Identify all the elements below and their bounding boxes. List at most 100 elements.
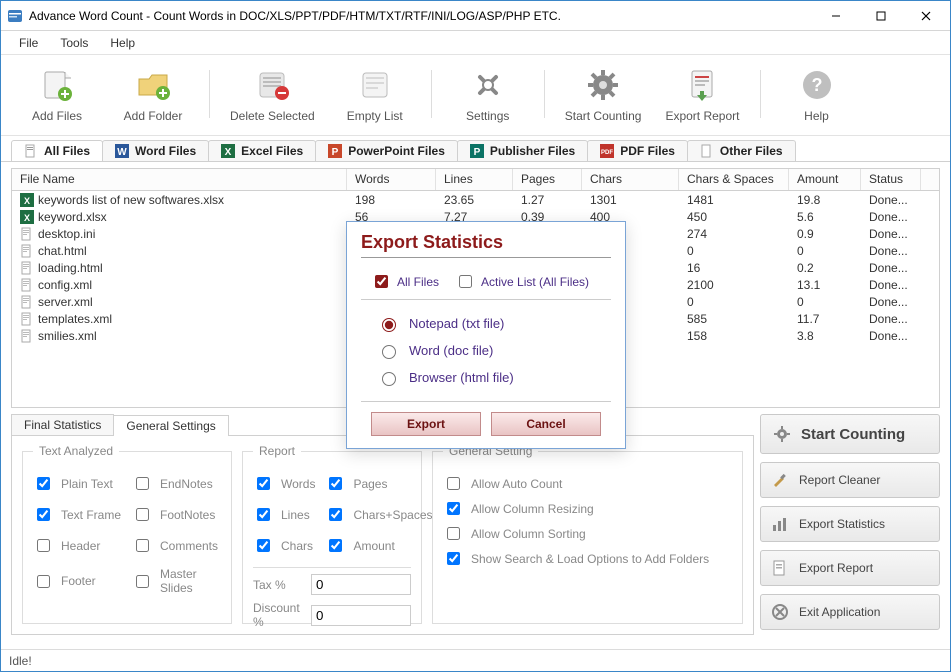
toolbar-separator [209,70,210,118]
opt-word[interactable]: Word (doc file) [377,337,607,364]
tab-publisher-files[interactable]: PPublisher Files [457,140,588,161]
pdf-icon: PDF [600,144,614,158]
exit-application-action[interactable]: Exit Application [760,594,940,630]
chk-footer[interactable]: Footer [33,567,122,595]
col-chars[interactable]: Chars [582,169,679,190]
start-counting-button[interactable]: Start Counting [557,61,650,127]
chk-text-frame[interactable]: Text Frame [33,505,122,524]
export-statistics-action[interactable]: Export Statistics [760,506,940,542]
file-type-icon [20,312,34,326]
col-chars-spaces[interactable]: Chars & Spaces [679,169,789,190]
status-text: Idle! [9,654,32,668]
cell-chars-spaces: 158 [679,329,789,343]
discount-input[interactable] [311,605,411,626]
cell-amount: 11.7 [789,312,861,326]
col-pages[interactable]: Pages [513,169,582,190]
scope-active-list[interactable]: Active List (All Files) [455,272,589,291]
chk-chars[interactable]: Chars [253,536,315,555]
tab-label: Excel Files [241,144,303,158]
col-file-name[interactable]: File Name [12,169,347,190]
cell-chars-spaces: 274 [679,227,789,241]
tab-final-statistics[interactable]: Final Statistics [11,414,114,435]
help-button[interactable]: ? Help [773,61,861,127]
export-report-action[interactable]: Export Report [760,550,940,586]
chk-endnotes[interactable]: EndNotes [132,474,221,493]
col-lines[interactable]: Lines [436,169,513,190]
menu-help[interactable]: Help [100,33,145,53]
cell-status: Done... [861,193,921,207]
chk-column-resizing[interactable]: Allow Column Resizing [443,499,732,518]
col-amount[interactable]: Amount [789,169,861,190]
add-files-icon [37,65,77,105]
chk-master-slides[interactable]: Master Slides [132,567,221,595]
opt-notepad[interactable]: Notepad (txt file) [377,310,607,337]
chk-words[interactable]: Words [253,474,315,493]
cell-pages: 1.27 [513,193,582,207]
col-words[interactable]: Words [347,169,436,190]
toolbar-label: Add Files [32,109,82,123]
menu-tools[interactable]: Tools [50,33,98,53]
export-button[interactable]: Export [371,412,481,436]
ppt-icon: P [328,144,342,158]
delete-selected-button[interactable]: Delete Selected [222,61,323,127]
tab-other-files[interactable]: Other Files [687,140,796,161]
table-row[interactable]: Xkeywords list of new softwares.xlsx1982… [12,191,939,208]
gear-icon [583,65,623,105]
cell-file-name: chat.html [12,244,347,258]
cell-status: Done... [861,227,921,241]
toolbar-label: Start Counting [565,109,642,123]
settings-icon [468,65,508,105]
maximize-button[interactable] [858,2,903,30]
chk-search-load-options[interactable]: Show Search & Load Options to Add Folder… [443,549,732,568]
word-icon: W [115,144,129,158]
tab-pdf-files[interactable]: PDFPDF Files [587,140,688,161]
start-counting-action[interactable]: Start Counting [760,414,940,454]
tax-label: Tax % [253,578,301,592]
file-type-icon [20,244,34,258]
chk-header[interactable]: Header [33,536,122,555]
settings-button[interactable]: Settings [444,61,532,127]
chk-pages[interactable]: Pages [325,474,432,493]
tab-general-settings[interactable]: General Settings [113,415,228,436]
chk-column-sorting[interactable]: Allow Column Sorting [443,524,732,543]
chk-plain-text[interactable]: Plain Text [33,474,122,493]
menu-file[interactable]: File [9,33,48,53]
toolbar-separator [760,70,761,118]
toolbar-separator [544,70,545,118]
cell-words: 198 [347,193,436,207]
discount-row: Discount % [253,601,411,629]
tab-word-files[interactable]: WWord Files [102,140,209,161]
tax-input[interactable] [311,574,411,595]
scope-all-files[interactable]: All Files [371,272,439,291]
chk-chars-spaces[interactable]: Chars+Spaces [325,505,432,524]
cancel-button[interactable]: Cancel [491,412,601,436]
tab-label: All Files [44,144,90,158]
delete-icon [252,65,292,105]
tab-excel-files[interactable]: XExcel Files [208,140,316,161]
status-bar: Idle! [1,649,950,671]
add-folder-icon [133,65,173,105]
export-report-button[interactable]: Export Report [657,61,747,127]
add-folder-button[interactable]: Add Folder [109,61,197,127]
cell-chars-spaces: 2100 [679,278,789,292]
close-button[interactable] [903,2,948,30]
tab-powerpoint-files[interactable]: PPowerPoint Files [315,140,458,161]
cell-file-name: config.xml [12,278,347,292]
opt-browser[interactable]: Browser (html file) [377,364,607,391]
empty-list-button[interactable]: Empty List [331,61,419,127]
chk-auto-count[interactable]: Allow Auto Count [443,474,732,493]
add-files-button[interactable]: Add Files [13,61,101,127]
col-status[interactable]: Status [861,169,921,190]
chk-comments[interactable]: Comments [132,536,221,555]
chk-lines[interactable]: Lines [253,505,315,524]
cell-file-name: desktop.ini [12,227,347,241]
action-label: Start Counting [801,426,905,443]
minimize-button[interactable] [813,2,858,30]
action-label: Exit Application [799,605,880,619]
chk-footnotes[interactable]: FootNotes [132,505,221,524]
tab-all-files[interactable]: All Files [11,140,103,161]
chk-amount[interactable]: Amount [325,536,432,555]
report-cleaner-action[interactable]: Report Cleaner [760,462,940,498]
cell-chars-spaces: 16 [679,261,789,275]
cell-chars-spaces: 450 [679,210,789,224]
